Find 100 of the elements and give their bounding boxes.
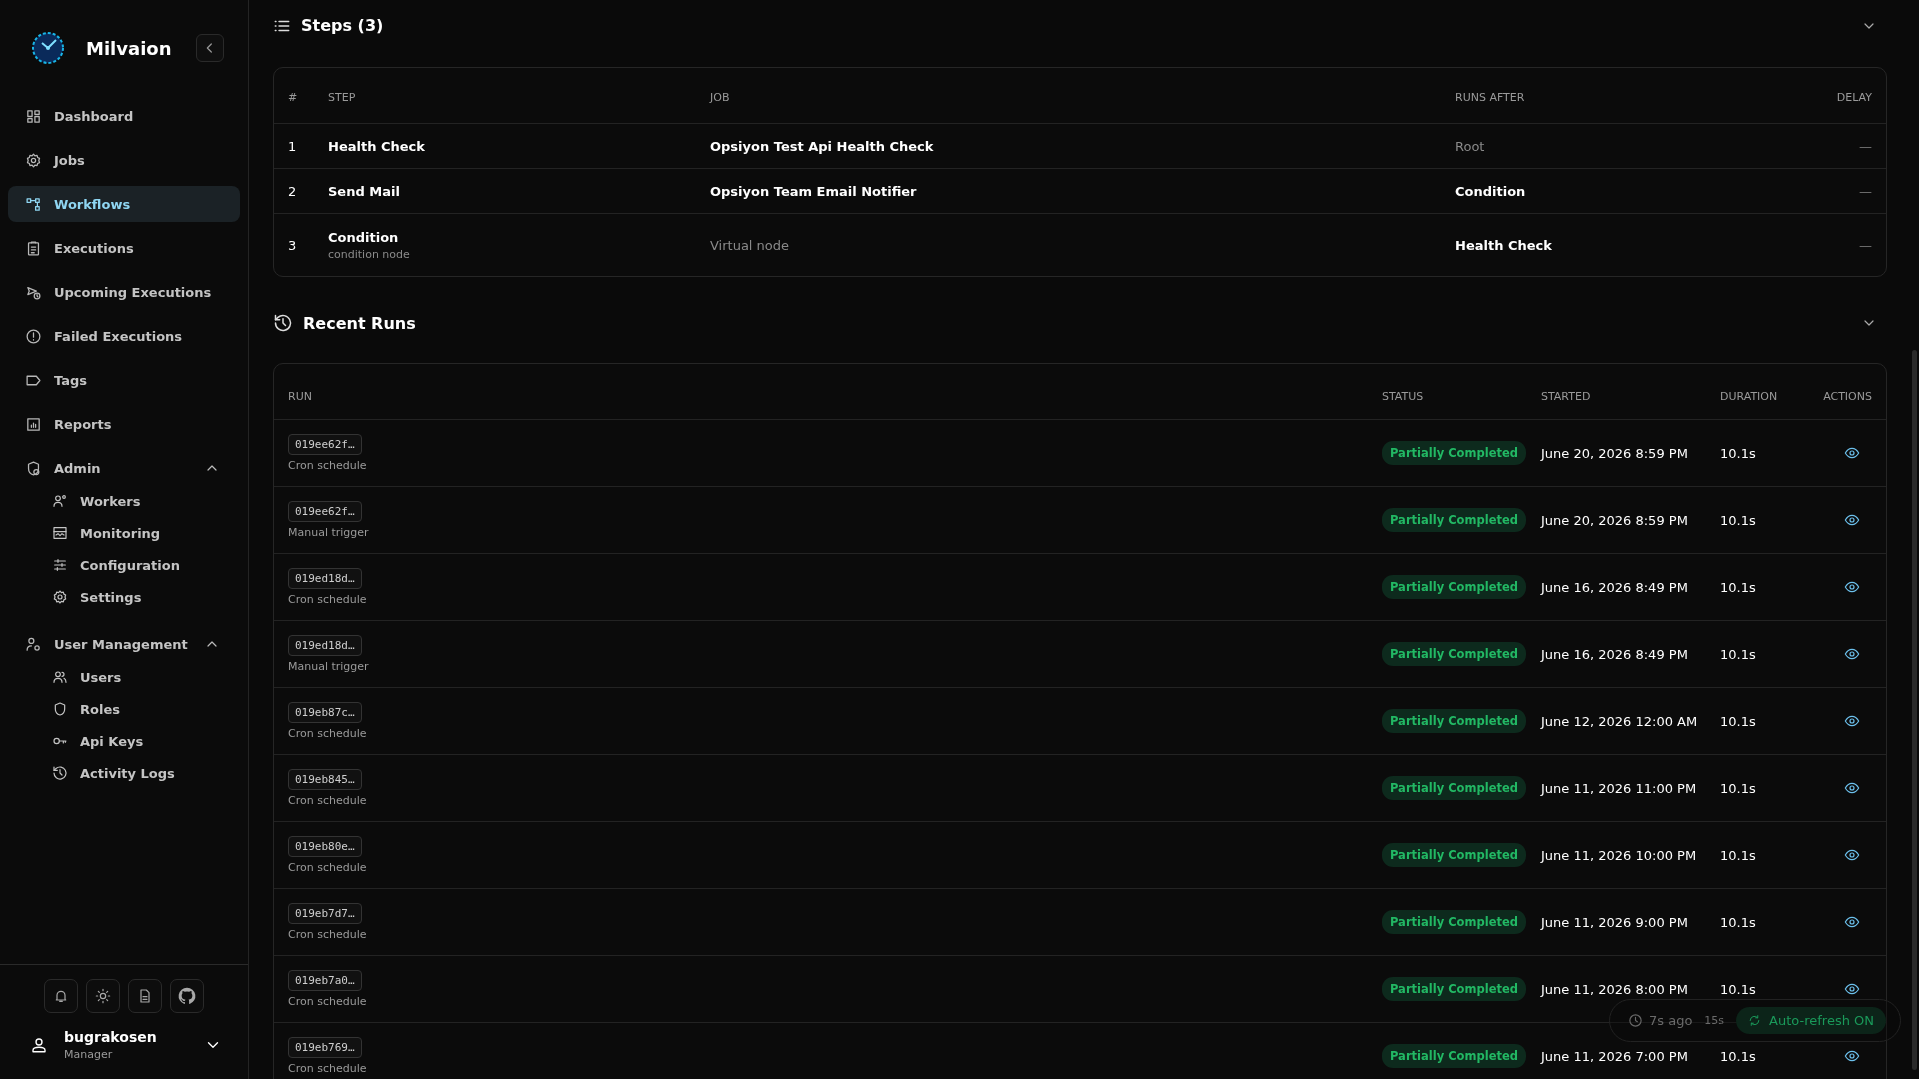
view-button[interactable] [1844, 512, 1860, 528]
document-icon [137, 988, 153, 1004]
nav-label: Users [80, 669, 122, 685]
duration: 10.1s [1720, 713, 1757, 729]
github-button[interactable] [170, 979, 204, 1013]
run-id: 019eb80e… [288, 836, 362, 857]
column-header: DELAY [1835, 91, 1872, 104]
nav-label: Roles [80, 701, 120, 717]
column-header: DURATION [1720, 390, 1779, 403]
view-button[interactable] [1844, 780, 1860, 796]
user-role: Manager [64, 1048, 114, 1061]
nav-subitem[interactable]: Settings [8, 584, 240, 610]
started-time: June 12, 2026 12:00 AM [1541, 713, 1699, 729]
trigger-type: Cron schedule [288, 727, 368, 740]
status-badge: Partially Completed [1382, 776, 1526, 800]
user-icon [30, 1036, 48, 1054]
column-header: # [288, 91, 299, 104]
refresh-interval: 15s [1704, 1014, 1725, 1027]
column-header: JOB [710, 91, 731, 104]
trigger-type: Cron schedule [288, 794, 368, 807]
trigger-type: Cron schedule [288, 928, 368, 941]
nav-subitem[interactable]: Api Keys [8, 728, 240, 754]
chart-icon [25, 415, 42, 433]
github-icon [177, 986, 197, 1006]
document-button[interactable] [128, 979, 162, 1013]
nav-subitem[interactable]: Users [8, 664, 240, 690]
gear-icon [25, 151, 42, 169]
view-button[interactable] [1844, 981, 1860, 997]
trigger-type: Cron schedule [288, 861, 368, 874]
started-time: June 11, 2026 9:00 PM [1541, 914, 1689, 930]
view-button[interactable] [1844, 1048, 1860, 1064]
view-button[interactable] [1844, 713, 1860, 729]
scrollbar[interactable] [1912, 350, 1917, 1070]
status-badge: Partially Completed [1382, 642, 1526, 666]
nav-label: Configuration [80, 557, 180, 573]
job-name: Virtual node [710, 237, 791, 253]
runs-after: Root [1455, 138, 1486, 154]
trigger-type: Cron schedule [288, 1062, 368, 1075]
nav-item[interactable]: Failed Executions [8, 318, 240, 354]
nav-label: Dashboard [54, 108, 134, 124]
nav-item[interactable]: Reports [8, 406, 240, 442]
section-title: Recent Runs [303, 313, 417, 333]
notifications-button[interactable] [44, 979, 78, 1013]
nav-subitem[interactable]: Roles [8, 696, 240, 722]
section-title: Steps (3) [301, 16, 385, 35]
history-icon [273, 313, 293, 333]
run-id: 019ee62f… [288, 434, 362, 455]
started-time: June 11, 2026 11:00 PM [1541, 780, 1698, 796]
nav-item[interactable]: Dashboard [8, 98, 240, 134]
job-name: Opsiyon Team Email Notifier [710, 183, 918, 199]
view-button[interactable] [1844, 445, 1860, 461]
theme-button[interactable] [86, 979, 120, 1013]
started-time: June 11, 2026 10:00 PM [1541, 847, 1698, 863]
nav-label: Reports [54, 416, 112, 432]
gear-icon [52, 589, 68, 605]
nav-subitem[interactable]: Activity Logs [8, 760, 240, 786]
nav-subitem[interactable]: Configuration [8, 552, 240, 578]
run-id: 019eb7d7… [288, 903, 362, 924]
job-name: Opsiyon Test Api Health Check [710, 138, 935, 154]
nav-item[interactable]: Jobs [8, 142, 240, 178]
started-time: June 16, 2026 8:49 PM [1541, 579, 1689, 595]
started-time: June 20, 2026 8:59 PM [1541, 445, 1689, 461]
workflow-icon [25, 195, 42, 213]
duration: 10.1s [1720, 579, 1757, 595]
run-id: 019eb845… [288, 769, 362, 790]
duration: 10.1s [1720, 646, 1757, 662]
status-badge: Partially Completed [1382, 441, 1526, 465]
step-number: 2 [288, 183, 298, 199]
auto-refresh-button[interactable]: Auto-refresh ON [1736, 1007, 1886, 1034]
sun-icon [95, 988, 111, 1004]
view-button[interactable] [1844, 579, 1860, 595]
nav-label: Workflows [54, 196, 131, 212]
run-id: 019eb7a0… [288, 970, 362, 991]
clock-logo-icon [30, 30, 66, 66]
trigger-type: Manual trigger [288, 526, 370, 539]
nav-subitem[interactable]: Workers [8, 488, 240, 514]
duration: 10.1s [1720, 847, 1757, 863]
nav-item[interactable]: User Management [8, 626, 240, 662]
duration: 10.1s [1720, 780, 1757, 796]
nav-label: Executions [54, 240, 134, 256]
nav-subitem[interactable]: Monitoring [8, 520, 240, 546]
dashboard-icon [25, 107, 42, 125]
nav-item[interactable]: Upcoming Executions [8, 274, 240, 310]
trigger-type: Cron schedule [288, 995, 368, 1008]
column-header: ACTIONS [1822, 390, 1872, 403]
alert-icon [25, 327, 42, 345]
column-header: STARTED [1541, 390, 1592, 403]
view-button[interactable] [1844, 847, 1860, 863]
nav-item[interactable]: Workflows [8, 186, 240, 222]
status-badge: Partially Completed [1382, 977, 1526, 1001]
view-button[interactable] [1844, 646, 1860, 662]
trigger-type: Manual trigger [288, 660, 370, 673]
started-time: June 11, 2026 7:00 PM [1541, 1048, 1689, 1064]
view-button[interactable] [1844, 914, 1860, 930]
nav-item[interactable]: Executions [8, 230, 240, 266]
nav-item[interactable]: Admin [8, 450, 240, 486]
nav-item[interactable]: Tags [8, 362, 240, 398]
nav-label: Monitoring [80, 525, 161, 541]
bell-icon [53, 988, 69, 1004]
collapse-sidebar-button[interactable] [196, 34, 224, 62]
